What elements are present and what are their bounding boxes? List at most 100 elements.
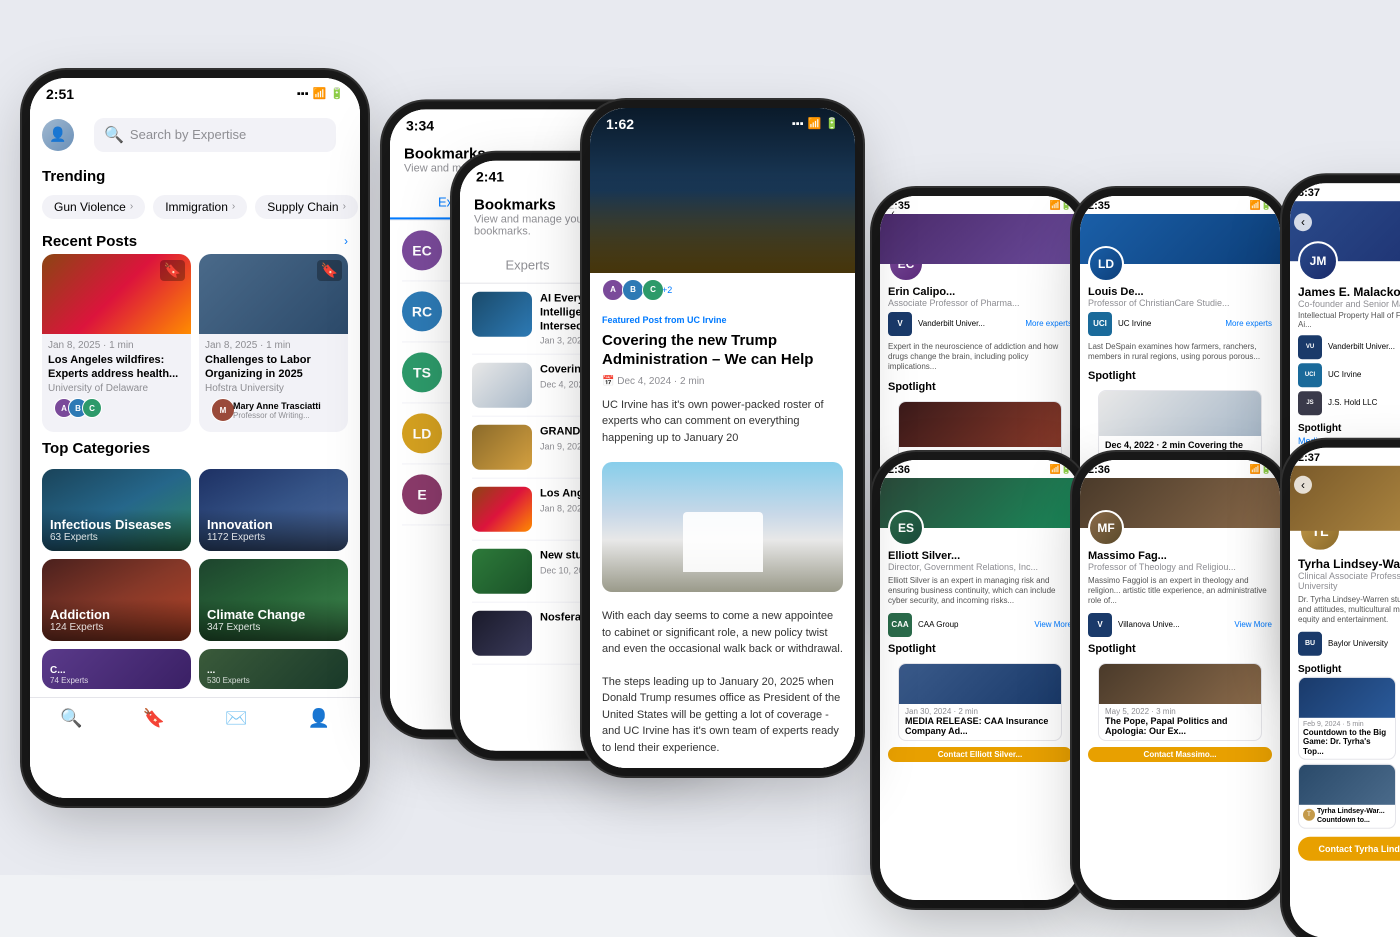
phone-elliott: 2:36 📶🔋 ES Elliott Silver... Director, G… bbox=[880, 460, 1080, 900]
post-bk-thumb-5 bbox=[472, 549, 532, 594]
recent-posts-header: Recent Posts › bbox=[30, 225, 360, 254]
category-1-name: Infectious Diseases bbox=[50, 517, 183, 532]
post-card-2[interactable]: 🔖 Jan 8, 2025 · 1 min Challenges to Labo… bbox=[199, 254, 348, 433]
search-nav-icon: 🔍 bbox=[60, 708, 82, 729]
profile-desc-8: Massimo Faggiol is an expert in theology… bbox=[1088, 576, 1272, 607]
spotlight-date-7: Jan 30, 2024 · 2 min bbox=[905, 707, 1055, 716]
category-4-name: Climate Change bbox=[207, 607, 340, 622]
contact-btn-8[interactable]: Contact Massimo... bbox=[1088, 747, 1272, 762]
bookmark-icon-1[interactable]: 🔖 bbox=[160, 260, 185, 281]
author-avatar-10-3: T bbox=[1303, 809, 1315, 821]
tab-experts-3[interactable]: Experts bbox=[460, 249, 595, 282]
contact-btn-7[interactable]: Contact Elliott Silver... bbox=[888, 747, 1072, 762]
see-all-link[interactable]: › bbox=[344, 234, 348, 248]
article-intro: UC Irvine has it's own power-packed rost… bbox=[590, 389, 855, 455]
chevron-icon-2: › bbox=[232, 201, 235, 212]
org-logo-9-2: UCI bbox=[1298, 363, 1322, 387]
status-bar-7: 2:36 📶🔋 bbox=[880, 460, 1080, 478]
spotlight-img-5 bbox=[899, 402, 1061, 447]
nav-search[interactable]: 🔍 bbox=[60, 708, 82, 729]
article-meta: 📅 Dec 4, 2024 · 2 min bbox=[590, 374, 855, 389]
profile-title-7: Director, Government Relations, Inc... bbox=[888, 562, 1072, 572]
contact-btn-10[interactable]: Contact Tyrha Lindsey-Warren, Ph.D. bbox=[1298, 837, 1400, 861]
nav-prev-10[interactable]: ‹ bbox=[1294, 475, 1312, 493]
bookmark-nav-icon: 🔖 bbox=[143, 708, 165, 729]
org-logo-9-1: VU bbox=[1298, 335, 1322, 359]
post1-title: Los Angeles wildfires: Experts address h… bbox=[48, 353, 185, 382]
spotlight-post-7[interactable]: Jan 30, 2024 · 2 min MEDIA RELEASE: CAA … bbox=[898, 663, 1062, 742]
article-body2: The steps leading up to January 20, 2025… bbox=[590, 666, 855, 765]
nav-messages[interactable]: ✉️ bbox=[225, 708, 247, 729]
spotlight-label-10: Spotlight bbox=[1298, 657, 1400, 676]
profile-avatar-6: LD bbox=[1088, 246, 1124, 282]
profile-desc-10: Dr. Tyrha Lindsey-Warren studies consume… bbox=[1298, 594, 1400, 625]
search-bar[interactable]: 🔍 Search by Expertise bbox=[94, 118, 336, 152]
profile-title-6: Professor of ChristianCare Studie... bbox=[1088, 298, 1272, 308]
spotlight-label-7: Spotlight bbox=[888, 639, 1072, 659]
trending-chip-3[interactable]: Supply Chain › bbox=[255, 195, 358, 219]
profile-banner-5 bbox=[880, 214, 1080, 264]
org-9-2: UC Irvine bbox=[1328, 370, 1361, 379]
profile-name-7: Elliott Silver... bbox=[888, 550, 1072, 562]
post-bk-thumb-1 bbox=[472, 291, 532, 336]
post-bk-thumb-4 bbox=[472, 487, 532, 532]
featured-badge: Featured Post from UC Irvine bbox=[590, 307, 855, 327]
categories-label: Top Categories bbox=[42, 440, 348, 463]
profile-avatar-8: MF bbox=[1088, 510, 1124, 546]
spotlight-title-8: The Pope, Papal Politics and Apologia: O… bbox=[1105, 716, 1255, 738]
time-9: 3:37 bbox=[1298, 187, 1320, 199]
org-logo-uci: UCI bbox=[1088, 312, 1112, 336]
post-10-3[interactable]: T Tyrha Lindsey-War... Countdown to... bbox=[1298, 764, 1396, 829]
spotlight-post-8[interactable]: May 5, 2022 · 3 min The Pope, Papal Poli… bbox=[1098, 663, 1262, 742]
bk-avatar-5: E bbox=[402, 474, 442, 514]
org-link-7[interactable]: View More bbox=[1034, 620, 1072, 629]
time-1: 2:51 bbox=[46, 86, 74, 102]
profile-desc-6: Last DeSpain examines how farmers, ranch… bbox=[1088, 342, 1272, 363]
bookmark-icon-2[interactable]: 🔖 bbox=[317, 260, 342, 281]
spotlight-label-9: Spotlight bbox=[1298, 417, 1400, 436]
post-10-1[interactable]: Feb 9, 2024 · 5 min Countdown to the Big… bbox=[1298, 676, 1396, 760]
org-link-6[interactable]: More experts bbox=[1225, 319, 1272, 328]
category-2-overlay: Innovation 1172 Experts bbox=[199, 509, 348, 551]
category-3-overlay: Addiction 124 Experts bbox=[42, 599, 191, 641]
status-bar-8: 2:36 📶🔋 bbox=[1080, 460, 1280, 478]
nav-prev-9[interactable]: ‹ bbox=[1294, 213, 1312, 231]
trending-chip-1[interactable]: Gun Violence › bbox=[42, 195, 145, 219]
post2-title: Challenges to Labor Organizing in 2025 bbox=[205, 353, 342, 382]
profile-role-10: Clinical Associate Professor of Marketin… bbox=[1298, 570, 1400, 590]
article-author-1: A bbox=[602, 279, 624, 301]
nav-profile[interactable]: 👤 bbox=[308, 708, 330, 729]
time-6: 2:35 bbox=[1088, 200, 1110, 212]
category-4-count: 347 Experts bbox=[207, 622, 340, 633]
profile-nav-icon: 👤 bbox=[308, 708, 330, 729]
org-logo-villanova: V bbox=[1088, 613, 1112, 637]
org-link-5[interactable]: More experts bbox=[1025, 319, 1072, 328]
org-9-1: Vanderbilt Univer... bbox=[1328, 342, 1395, 351]
category-card-1[interactable]: Infectious Diseases 63 Experts bbox=[42, 469, 191, 551]
bk-avatar-3: TS bbox=[402, 352, 442, 392]
trending-chip-2[interactable]: Immigration › bbox=[153, 195, 247, 219]
author2-avatar: M bbox=[211, 398, 235, 422]
article-author-2: B bbox=[622, 279, 644, 301]
category-card-3[interactable]: Addiction 124 Experts bbox=[42, 559, 191, 641]
trending-row: Gun Violence › Immigration › Supply Chai… bbox=[30, 189, 360, 225]
user-avatar[interactable]: 👤 bbox=[42, 119, 74, 151]
spotlight-label-6: Spotlight bbox=[1088, 366, 1272, 386]
profile-title-8: Professor of Theology and Religiou... bbox=[1088, 562, 1272, 572]
profile-title-5: Associate Professor of Pharma... bbox=[888, 298, 1072, 308]
category-card-2[interactable]: Innovation 1172 Experts bbox=[199, 469, 348, 551]
category-card-4[interactable]: Climate Change 347 Experts bbox=[199, 559, 348, 641]
whitehouse-img bbox=[602, 462, 843, 592]
post-card-1[interactable]: 🔖 Jan 8, 2025 · 1 min Los Angeles wildfi… bbox=[42, 254, 191, 433]
search-input[interactable]: Search by Expertise bbox=[130, 127, 246, 142]
spotlight-img-6 bbox=[1099, 391, 1261, 436]
spotlight-label-8: Spotlight bbox=[1088, 639, 1272, 659]
org-name-10: Baylor University bbox=[1328, 639, 1388, 648]
nav-bookmarks[interactable]: 🔖 bbox=[143, 708, 165, 729]
spotlight-date-5: Jul 12, 2022 · 2 min bbox=[905, 451, 1055, 460]
post-title-10-3: Tyrha Lindsey-War... Countdown to... bbox=[1317, 808, 1391, 825]
signal-icon: ▪▪▪ bbox=[297, 88, 309, 100]
profile-role-9: Co-founder and Senior Managing Di... bbox=[1298, 299, 1400, 309]
org-link-8[interactable]: View More bbox=[1234, 620, 1272, 629]
profile-name-5: Erin Calipo... bbox=[888, 286, 1072, 298]
